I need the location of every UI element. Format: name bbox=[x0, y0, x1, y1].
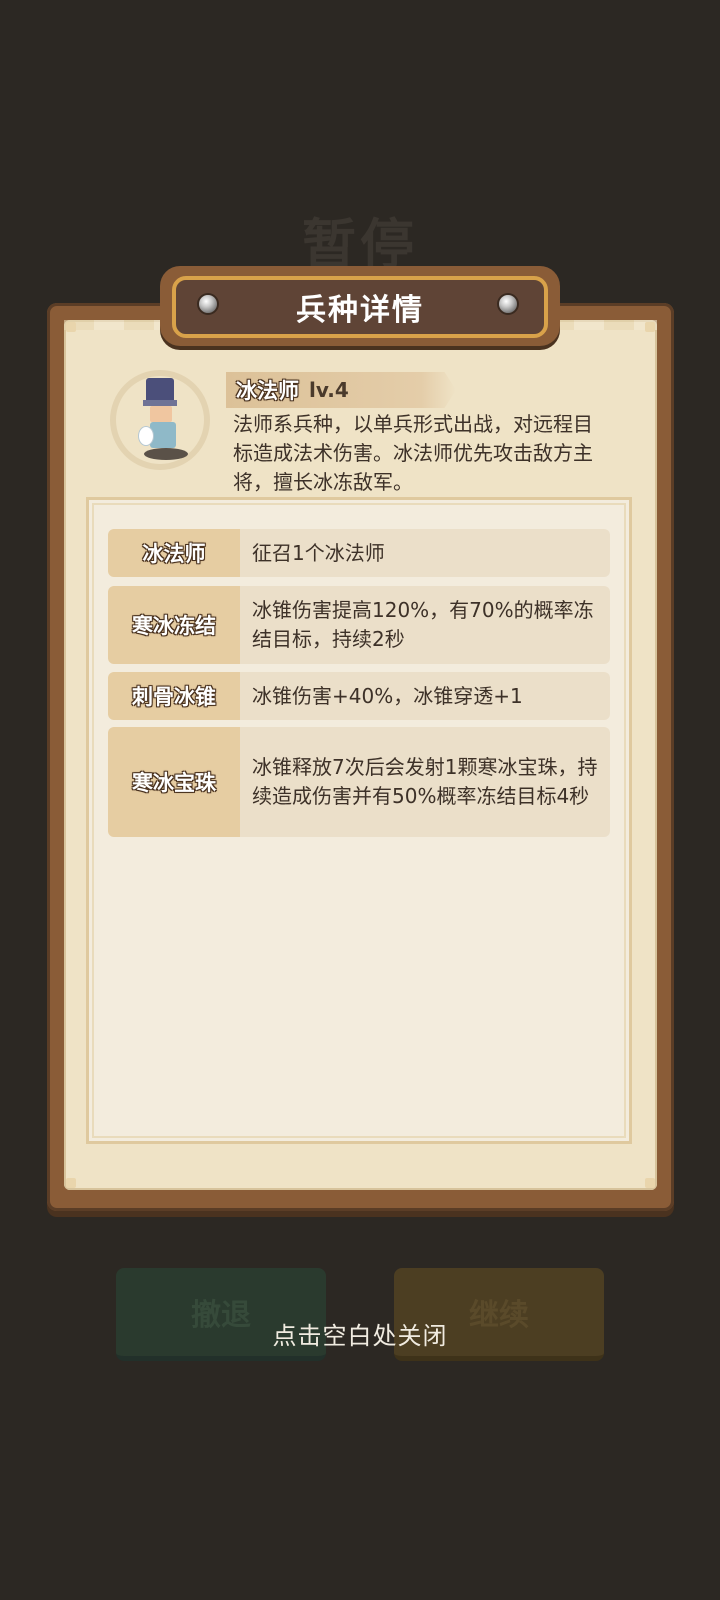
skill-text: 冰锥释放7次后会发射1颗寒冰宝珠，持续造成伤害并有50%概率冻结目标4秒 bbox=[240, 727, 610, 837]
dialog-title: 兵种详情 bbox=[296, 293, 424, 328]
skill-row: 寒冰宝珠 冰锥释放7次后会发射1颗寒冰宝珠，持续造成伤害并有50%概率冻结目标4… bbox=[108, 727, 610, 837]
mage-orb bbox=[138, 426, 154, 446]
skill-text: 征召1个冰法师 bbox=[240, 529, 610, 577]
close-hint[interactable]: 点击空白处关闭 bbox=[0, 1316, 720, 1351]
skill-name: 刺骨冰锥 bbox=[108, 672, 240, 720]
rivet-icon bbox=[199, 295, 217, 313]
skill-name: 寒冰冻结 bbox=[108, 586, 240, 664]
unit-level: lv.4 bbox=[309, 378, 349, 402]
corner-ornament bbox=[66, 1178, 76, 1188]
skill-name: 冰法师 bbox=[108, 529, 240, 577]
skill-row: 寒冰冻结 冰锥伤害提高120%，有70%的概率冻结目标，持续2秒 bbox=[108, 586, 610, 664]
unit-name-ribbon: 冰法师 lv.4 bbox=[226, 372, 456, 408]
skill-row: 冰法师 征召1个冰法师 bbox=[108, 529, 610, 577]
corner-ornament bbox=[66, 322, 76, 332]
avatar-shadow bbox=[144, 448, 188, 460]
corner-ornament bbox=[645, 322, 655, 332]
title-banner: 兵种详情 bbox=[172, 276, 548, 338]
skill-name: 寒冰宝珠 bbox=[108, 727, 240, 837]
skill-text: 冰锥伤害提高120%，有70%的概率冻结目标，持续2秒 bbox=[240, 586, 610, 664]
ice-mage-avatar bbox=[110, 370, 210, 470]
mage-face bbox=[150, 406, 172, 422]
skill-row: 刺骨冰锥 冰锥伤害+40%，冰锥穿透+1 bbox=[108, 672, 610, 720]
corner-ornament bbox=[645, 1178, 655, 1188]
skill-text: 冰锥伤害+40%，冰锥穿透+1 bbox=[240, 672, 610, 720]
unit-name: 冰法师 bbox=[236, 379, 299, 403]
rivet-icon bbox=[499, 295, 517, 313]
unit-description: 法师系兵种，以单兵形式出战，对远程目标造成法术伤害。冰法师优先攻击敌方主将，擅长… bbox=[233, 412, 593, 494]
